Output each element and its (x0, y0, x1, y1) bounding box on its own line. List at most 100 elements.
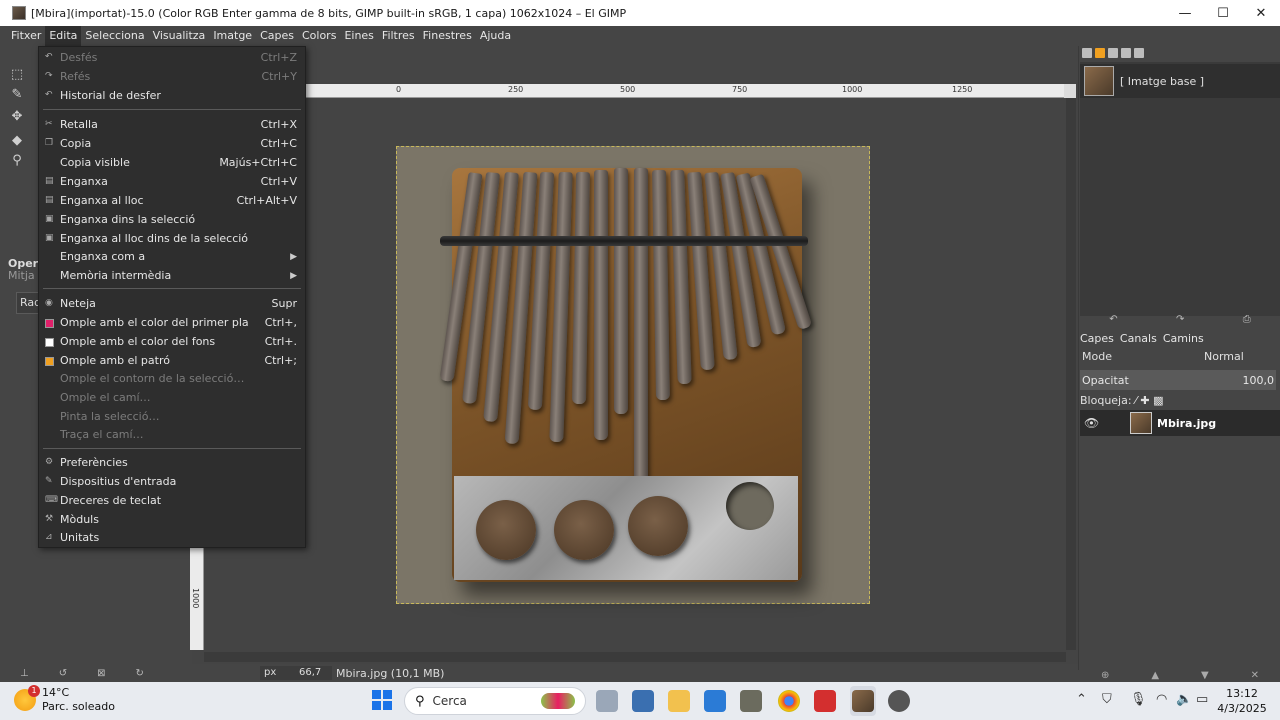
opacity-slider[interactable]: Opacitat 100,0 (1080, 370, 1276, 390)
lock-label: Bloqueja: (1080, 394, 1132, 407)
app-icon[interactable] (740, 690, 762, 712)
menu-item-keyboard-shortcuts[interactable]: ⌨ Dreceres de teclat (39, 492, 305, 510)
menu-item-fill-path[interactable]: Omple el camí… (39, 389, 305, 407)
keyboard-icon: ⌨ (45, 495, 58, 505)
chrome-icon[interactable] (778, 690, 800, 712)
system-clock[interactable]: 13:12 4/3/2025 (1212, 686, 1272, 716)
tab-capes[interactable]: Capes (1080, 332, 1114, 346)
close-button[interactable]: ✕ (1242, 0, 1280, 26)
clone-tool-icon[interactable]: ⚲ (10, 154, 24, 168)
mode-select[interactable]: Normal (1204, 350, 1244, 363)
menu-item-clear[interactable]: ◉ Neteja Supr (39, 295, 305, 313)
menu-selecciona[interactable]: Selecciona (81, 26, 148, 46)
menu-visualitza[interactable]: Visualitza (149, 26, 210, 46)
menu-eines[interactable]: Eines (340, 26, 377, 46)
library-app-icon[interactable] (632, 690, 654, 712)
delete-icon[interactable]: ⎙ (1243, 314, 1251, 328)
menu-edita[interactable]: Edita (45, 26, 82, 46)
unit-select[interactable]: px (260, 666, 296, 680)
dock-tab-icon[interactable] (1095, 48, 1105, 58)
new-layer-icon[interactable]: ⊕ (1101, 670, 1109, 682)
menu-item-fill-selection-outline[interactable]: Omple el contorn de la selecció… (39, 370, 305, 388)
pointer-icon[interactable]: ⊥ (20, 668, 29, 679)
security-icon[interactable]: ⛉ (1102, 692, 1112, 707)
file-explorer-icon[interactable] (668, 690, 690, 712)
reset-icon[interactable]: ↺ (59, 668, 67, 679)
menu-item-label: Neteja (60, 297, 96, 310)
opacity-value: 100,0 (1242, 374, 1275, 387)
delete-icon[interactable]: ⊠ (97, 668, 105, 679)
vertical-scrollbar[interactable] (1066, 98, 1076, 650)
menu-item-buffer[interactable]: Memòria intermèdia ▶ (39, 267, 305, 285)
menu-finestres[interactable]: Finestres (419, 26, 476, 46)
menu-fitxer[interactable]: Fitxer (7, 26, 45, 46)
menu-item-input-devices[interactable]: ✎ Dispositius d'entrada (39, 473, 305, 491)
bucket-fill-tool-icon[interactable]: ◆ (10, 134, 24, 148)
microphone-icon[interactable]: 🎙 (1130, 692, 1147, 707)
menu-item-copy-visible[interactable]: Copia visible Majús+Ctrl+C (39, 154, 305, 172)
wifi-icon[interactable]: ◠ (1156, 692, 1167, 707)
undo-icon[interactable]: ↶ (1109, 314, 1117, 328)
menu-item-undo-history[interactable]: ↶ Historial de desfer (39, 87, 305, 105)
horizontal-ruler[interactable]: 0 250 500 750 1000 1250 (206, 84, 1066, 98)
dock-tab-icon[interactable] (1121, 48, 1131, 58)
layer-list-item[interactable]: 👁 Mbira.jpg (1080, 410, 1280, 436)
menu-item-redo[interactable]: ↷ Refés Ctrl+Y (39, 68, 305, 86)
battery-icon[interactable]: ▭ (1196, 692, 1208, 707)
tab-camins[interactable]: Camins (1163, 332, 1204, 346)
menu-item-fill-fg[interactable]: Omple amb el color del primer pla Ctrl+, (39, 314, 305, 332)
redo-icon[interactable]: ↷ (1176, 314, 1184, 328)
menu-item-cut[interactable]: ✂ Retalla Ctrl+X (39, 116, 305, 134)
chevron-up-icon[interactable]: ⌃ (1076, 692, 1087, 707)
taskbar-search[interactable]: ⚲ Cerca (404, 687, 586, 715)
lock-position-icon[interactable]: ✚ (1140, 394, 1149, 407)
menu-item-paste[interactable]: ▤ Enganxa Ctrl+V (39, 173, 305, 191)
menu-item-copy[interactable]: ❐ Copia Ctrl+C (39, 135, 305, 153)
image-list-item[interactable]: [ Imatge base ] (1080, 64, 1280, 98)
menu-item-modules[interactable]: ⚒ Mòduls (39, 511, 305, 529)
start-button[interactable] (372, 690, 392, 710)
menu-item-paste-as[interactable]: Enganxa com a ▶ (39, 248, 305, 266)
menu-item-undo[interactable]: ↶ Desfés Ctrl+Z (39, 49, 305, 67)
obs-icon[interactable] (888, 690, 910, 712)
menu-colors[interactable]: Colors (298, 26, 340, 46)
delete-layer-icon[interactable]: ✕ (1251, 670, 1259, 682)
menu-item-paste-into-selection[interactable]: ▣ Enganxa dins la selecció (39, 211, 305, 229)
gimp-taskbar-icon[interactable] (852, 690, 874, 712)
menu-item-stroke-selection[interactable]: Pinta la selecció… (39, 408, 305, 426)
dock-tab-icon[interactable] (1134, 48, 1144, 58)
menu-item-preferences[interactable]: ⚙ Preferències (39, 454, 305, 472)
navigate-button[interactable] (1064, 84, 1076, 98)
menu-imatge[interactable]: Imatge (209, 26, 256, 46)
tab-canals[interactable]: Canals (1120, 332, 1157, 346)
layer-up-icon[interactable]: ▲ (1151, 670, 1159, 682)
maximize-button[interactable]: ☐ (1204, 0, 1242, 26)
paintbrush-tool-icon[interactable]: ✎ (10, 88, 24, 102)
layer-down-icon[interactable]: ▼ (1201, 670, 1209, 682)
menu-ajuda[interactable]: Ajuda (476, 26, 515, 46)
move-tool-icon[interactable]: ✥ (10, 110, 24, 124)
menu-item-paste-in-place-into-selection[interactable]: ▣ Enganxa al lloc dins de la selecció (39, 230, 305, 248)
store-icon[interactable] (704, 690, 726, 712)
visibility-eye-icon[interactable]: 👁 (1084, 416, 1102, 430)
horizontal-scrollbar[interactable] (204, 652, 1066, 662)
acrobat-icon[interactable] (814, 690, 836, 712)
weather-widget[interactable]: 1 14°C Parc. soleado (14, 685, 115, 714)
zoom-select[interactable]: 66,7 (296, 666, 332, 680)
task-view-icon[interactable] (596, 690, 618, 712)
dock-tab-icon[interactable] (1082, 48, 1092, 58)
dock-tab-icon[interactable] (1108, 48, 1118, 58)
rect-select-tool-icon[interactable]: ⬚ (10, 68, 24, 82)
menu-item-units[interactable]: ⊿ Unitats (39, 529, 305, 547)
gimp-window: [Mbira](importat)-15.0 (Color RGB Enter … (0, 0, 1280, 720)
menu-item-fill-pattern[interactable]: Omple amb el patró Ctrl+; (39, 352, 305, 370)
menu-item-paste-in-place[interactable]: ▤ Enganxa al lloc Ctrl+Alt+V (39, 192, 305, 210)
menu-item-stroke-path[interactable]: Traça el camí… (39, 426, 305, 444)
minimize-button[interactable]: — (1166, 0, 1204, 26)
menu-filtres[interactable]: Filtres (378, 26, 419, 46)
restore-icon[interactable]: ↻ (136, 668, 144, 679)
lock-alpha-icon[interactable]: ▩ (1153, 394, 1163, 407)
menu-capes[interactable]: Capes (256, 26, 298, 46)
volume-icon[interactable]: 🔈 (1176, 692, 1192, 707)
menu-item-fill-bg[interactable]: Omple amb el color del fons Ctrl+. (39, 333, 305, 351)
